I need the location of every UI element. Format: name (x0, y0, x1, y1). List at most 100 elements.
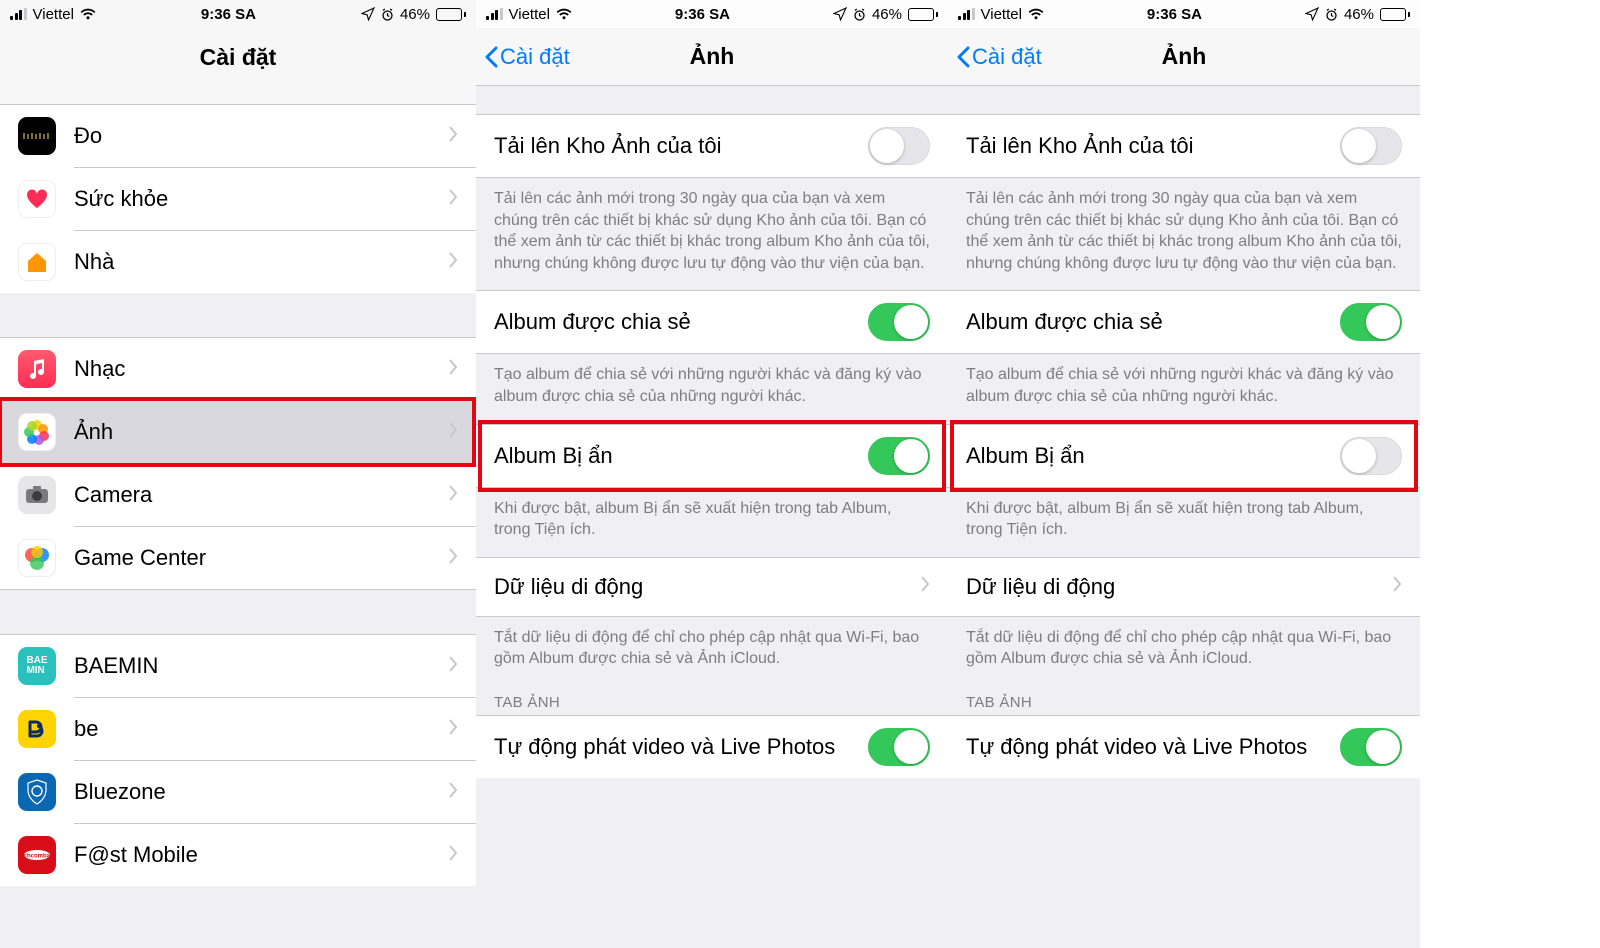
row-music-label: Nhạc (74, 356, 448, 382)
baemin-icon: BAEMIN (18, 647, 56, 685)
back-button[interactable]: Cài đặt (956, 44, 1042, 70)
row-baemin[interactable]: BAEMIN BAEMIN (0, 635, 476, 697)
status-bar: Viettel 9:36 SA 46% (0, 0, 476, 28)
row-hidden-highlight: Album Bị ẩn (948, 424, 1420, 488)
row-gamecenter[interactable]: Game Center (0, 527, 476, 589)
camera-icon (18, 476, 56, 514)
toggle-shared[interactable] (1340, 303, 1402, 341)
upload-label: Tải lên Kho Ảnh của tôi (494, 133, 721, 159)
cellular-footer: Tắt dữ liệu di động để chỉ cho phép cập … (476, 617, 948, 676)
cellular-label: Dữ liệu di động (494, 574, 643, 600)
row-camera-label: Camera (74, 482, 448, 508)
tab-header: TAB ẢNH (476, 676, 948, 715)
chevron-right-icon (448, 189, 458, 210)
measure-icon (18, 117, 56, 155)
upload-footer: Tải lên các ảnh mới trong 30 ngày qua củ… (948, 178, 1420, 290)
row-music[interactable]: Nhạc (0, 338, 476, 400)
row-camera[interactable]: Camera (0, 464, 476, 526)
shared-footer: Tạo album để chia sẻ với những người khá… (948, 354, 1420, 423)
wifi-icon (556, 8, 572, 20)
bluezone-icon (18, 773, 56, 811)
row-hidden-highlight: Album Bị ẩn (476, 424, 948, 488)
row-hidden-album[interactable]: Album Bị ẩn (476, 424, 948, 488)
location-icon (833, 7, 847, 21)
screenshot-settings-root: Viettel 9:36 SA 46% Cài đặt Đo Sức khỏe (0, 0, 476, 948)
row-upload-photostream[interactable]: Tải lên Kho Ảnh của tôi (948, 114, 1420, 178)
row-shared-albums[interactable]: Album được chia sẻ (948, 290, 1420, 354)
alarm-icon (1325, 8, 1338, 21)
battery-icon (1380, 8, 1410, 21)
cell-signal-icon (10, 8, 27, 20)
row-autoplay[interactable]: Tự động phát video và Live Photos (476, 715, 948, 778)
row-home[interactable]: Nhà (0, 231, 476, 293)
toggle-upload[interactable] (1340, 127, 1402, 165)
location-icon (1305, 7, 1319, 21)
row-cellular-data[interactable]: Dữ liệu di động (476, 557, 948, 617)
row-home-label: Nhà (74, 249, 448, 275)
row-hidden-album[interactable]: Album Bị ẩn (948, 424, 1420, 488)
back-button[interactable]: Cài đặt (484, 44, 570, 70)
screenshot-photos-settings-off: Viettel 9:36 SA 46% Cài đặt Ảnh Tải lên … (948, 0, 1420, 948)
photos-icon (18, 413, 56, 451)
shared-label: Album được chia sẻ (494, 309, 691, 335)
nav-bar: Cài đặt Ảnh (948, 28, 1420, 86)
chevron-right-icon (448, 359, 458, 380)
chevron-right-icon (448, 782, 458, 803)
row-shared-albums[interactable]: Album được chia sẻ (476, 290, 948, 354)
row-cellular-data[interactable]: Dữ liệu di động (948, 557, 1420, 617)
status-bar: Viettel 9:36 SA 46% (476, 0, 948, 28)
row-be[interactable]: be (0, 698, 476, 760)
status-bar: Viettel 9:36 SA 46% (948, 0, 1420, 28)
svg-text:Techcombank: Techcombank (22, 854, 52, 860)
fast-icon: Techcombank (18, 836, 56, 874)
toggle-autoplay[interactable] (1340, 728, 1402, 766)
back-label: Cài đặt (500, 44, 570, 70)
row-fast[interactable]: Techcombank F@st Mobile (0, 824, 476, 886)
cellular-label: Dữ liệu di động (966, 574, 1115, 600)
alarm-icon (853, 8, 866, 21)
autoplay-label: Tự động phát video và Live Photos (494, 734, 835, 760)
hidden-footer: Khi được bật, album Bị ẩn sẽ xuất hiện t… (476, 488, 948, 557)
toggle-autoplay[interactable] (868, 728, 930, 766)
toggle-upload[interactable] (868, 127, 930, 165)
cell-signal-icon (958, 8, 975, 20)
nav-bar: Cài đặt (0, 28, 476, 86)
gamecenter-icon (18, 539, 56, 577)
chevron-right-icon (448, 548, 458, 569)
carrier-label: Viettel (981, 6, 1022, 23)
battery-pct: 46% (400, 6, 430, 23)
row-upload-photostream[interactable]: Tải lên Kho Ảnh của tôi (476, 114, 948, 178)
row-fast-label: F@st Mobile (74, 842, 448, 868)
hidden-label: Album Bị ẩn (966, 443, 1085, 469)
row-photos[interactable]: Ảnh (0, 401, 476, 463)
toggle-shared[interactable] (868, 303, 930, 341)
row-measure[interactable]: Đo (0, 105, 476, 167)
row-health-label: Sức khỏe (74, 186, 448, 212)
carrier-label: Viettel (509, 6, 550, 23)
row-health[interactable]: Sức khỏe (0, 168, 476, 230)
nav-bar: Cài đặt Ảnh (476, 28, 948, 86)
autoplay-label: Tự động phát video và Live Photos (966, 734, 1307, 760)
chevron-right-icon (448, 252, 458, 273)
screenshot-photos-settings-on: Viettel 9:36 SA 46% Cài đặt Ảnh Tải lên … (476, 0, 948, 948)
row-bluezone[interactable]: Bluezone (0, 761, 476, 823)
chevron-right-icon (448, 422, 458, 443)
chevron-right-icon (448, 485, 458, 506)
toggle-hidden[interactable] (868, 437, 930, 475)
chevron-right-icon (920, 576, 930, 597)
carrier-label: Viettel (33, 6, 74, 23)
location-icon (361, 7, 375, 21)
alarm-icon (381, 8, 394, 21)
row-baemin-label: BAEMIN (74, 653, 448, 679)
hidden-label: Album Bị ẩn (494, 443, 613, 469)
upload-footer: Tải lên các ảnh mới trong 30 ngày qua củ… (476, 178, 948, 290)
chevron-right-icon (448, 719, 458, 740)
status-time: 9:36 SA (201, 6, 256, 23)
row-autoplay[interactable]: Tự động phát video và Live Photos (948, 715, 1420, 778)
page-title: Ảnh (1162, 43, 1207, 70)
toggle-hidden[interactable] (1340, 437, 1402, 475)
health-icon (18, 180, 56, 218)
upload-label: Tải lên Kho Ảnh của tôi (966, 133, 1193, 159)
row-photos-label: Ảnh (74, 419, 448, 445)
hidden-footer: Khi được bật, album Bị ẩn sẽ xuất hiện t… (948, 488, 1420, 557)
